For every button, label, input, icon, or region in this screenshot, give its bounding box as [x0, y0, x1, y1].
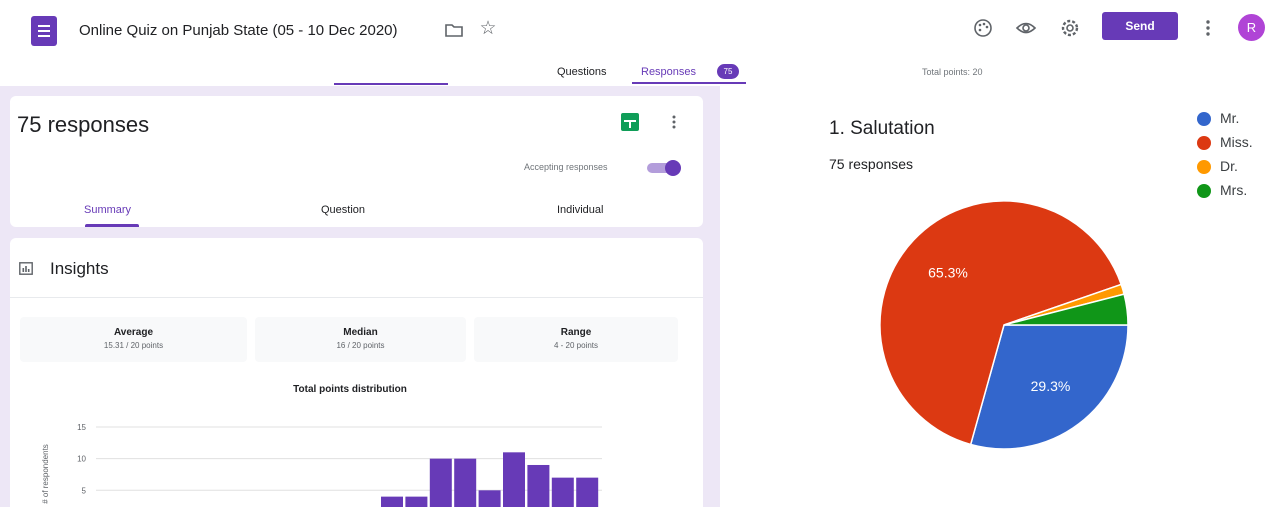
legend-label: Mr. [1220, 110, 1240, 126]
user-avatar[interactable]: R [1238, 14, 1265, 41]
y-tick-label: 5 [82, 486, 87, 495]
legend-label: Mrs. [1220, 182, 1248, 198]
forms-logo-icon[interactable] [31, 16, 57, 46]
stat-value: 15.31 / 20 points [103, 341, 164, 350]
preview-eye-icon[interactable] [1015, 17, 1037, 39]
legend-swatch [1197, 136, 1211, 150]
stat-median: Median 16 / 20 points [255, 317, 466, 362]
question-response-count: 75 responses [829, 156, 914, 172]
active-sub-tab-indicator [85, 224, 139, 227]
stat-label: Average [113, 327, 154, 338]
folder-icon[interactable] [444, 20, 464, 40]
stat-value: 16 / 20 points [336, 341, 385, 350]
accepting-responses-toggle[interactable] [647, 160, 683, 176]
settings-gear-icon[interactable] [1059, 17, 1081, 39]
bar-15[interactable] [429, 458, 452, 507]
distribution-chart-title: Total points distribution [293, 384, 407, 395]
legend-label: Miss. [1220, 134, 1253, 150]
accepting-responses-label: Accepting responses [524, 162, 608, 172]
bar-21[interactable] [576, 477, 599, 507]
more-vert-icon[interactable] [668, 113, 680, 131]
y-axis-label: # of respondents [41, 444, 50, 504]
more-vert-icon[interactable] [1200, 18, 1216, 38]
tab-responses[interactable]: Responses [641, 66, 696, 78]
active-tab-indicator [632, 82, 746, 84]
tab-individual[interactable]: Individual [557, 204, 603, 216]
stat-label: Range [560, 327, 592, 338]
scroll-indicator [334, 83, 448, 85]
total-points-label: Total points: 20 [922, 67, 983, 77]
y-tick-label: 10 [77, 455, 86, 464]
insights-title: Insights [50, 259, 109, 278]
bar-18[interactable] [503, 452, 525, 507]
stat-value: 4 - 20 points [553, 341, 599, 350]
pie-data-label: 65.3% [928, 264, 968, 280]
palette-icon[interactable] [972, 17, 994, 39]
form-title[interactable]: Online Quiz on Punjab State (05 - 10 Dec… [79, 22, 398, 39]
form-tab-bar: Questions Responses 75 Total points: 20 [0, 58, 1265, 86]
tab-questions[interactable]: Questions [557, 66, 607, 78]
insights-chart-icon [19, 262, 33, 275]
legend-label: Dr. [1220, 158, 1238, 174]
stat-range: Range 4 - 20 points [474, 317, 678, 362]
sheets-icon[interactable] [621, 113, 639, 131]
bar-19[interactable] [527, 464, 550, 507]
pie-data-label: 29.3% [1031, 378, 1071, 394]
tab-summary[interactable]: Summary [84, 204, 131, 216]
bar-14[interactable] [405, 496, 428, 507]
responses-count-badge: 75 [717, 64, 739, 79]
app-header: Online Quiz on Punjab State (05 - 10 Dec… [0, 0, 1265, 58]
bar-17[interactable] [478, 490, 501, 507]
stat-average: Average 15.31 / 20 points [20, 317, 247, 362]
tab-question[interactable]: Question [321, 204, 365, 216]
star-icon[interactable]: ☆ [478, 18, 498, 40]
bar-16[interactable] [454, 458, 477, 507]
legend-swatch [1197, 160, 1211, 174]
send-button[interactable]: Send [1102, 12, 1178, 40]
bar-13[interactable] [381, 496, 403, 507]
divider [10, 297, 703, 298]
question-title: 1. Salutation [829, 118, 935, 139]
responses-count-title: 75 responses [17, 112, 150, 137]
bar-20[interactable] [551, 477, 574, 507]
stat-label: Median [343, 327, 378, 338]
y-tick-label: 15 [77, 423, 86, 432]
legend-swatch [1197, 184, 1211, 198]
toggle-knob [665, 160, 681, 176]
legend-swatch [1197, 112, 1211, 126]
salutation-pie-chart: 29.3% 65.3% [879, 200, 1129, 450]
points-distribution-chart: # of respondents 15 10 5 [41, 423, 602, 507]
